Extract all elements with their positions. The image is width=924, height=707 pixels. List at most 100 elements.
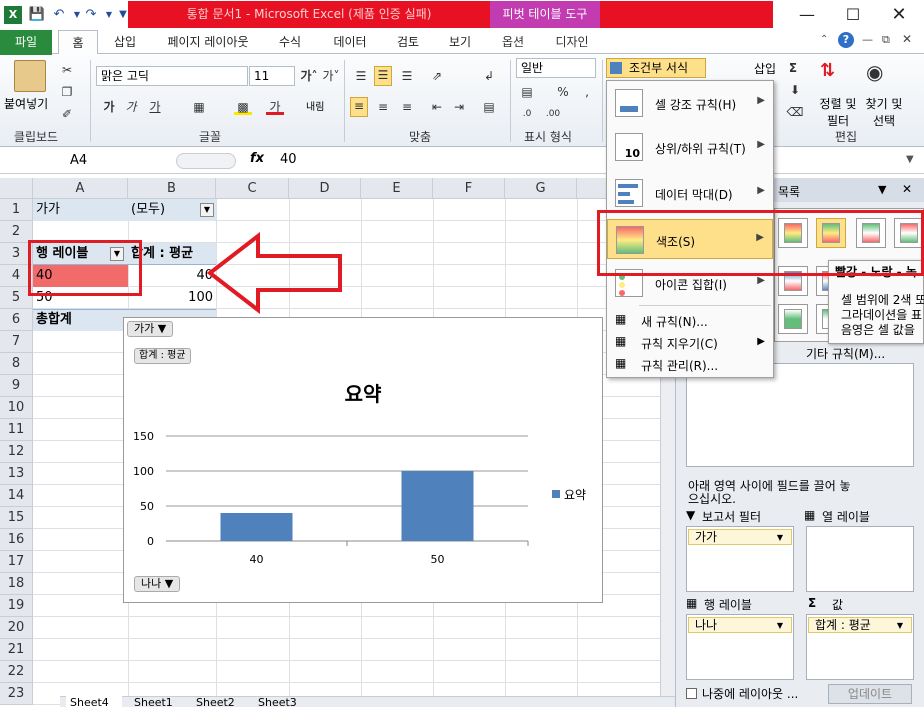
tab-review[interactable]: 검토: [392, 30, 424, 54]
wrap-text-label[interactable]: 내림: [306, 98, 336, 113]
worksheet-grid[interactable]: A B C D E F G 1 2 3 4 5 6 7 8 9 10 11 12 13 14 15 16 17 1…: [0, 178, 675, 707]
paste-label[interactable]: 붙여넣기: [4, 95, 48, 112]
row-header[interactable]: 10: [0, 397, 33, 419]
column-header[interactable]: G: [505, 178, 577, 199]
column-header[interactable]: A: [33, 178, 128, 199]
save-icon[interactable]: 💾: [28, 6, 46, 24]
cell-b1[interactable]: (모두): [131, 199, 165, 221]
insert-function-icon[interactable]: fx: [250, 151, 264, 166]
column-header[interactable]: B: [128, 178, 216, 199]
tab-file[interactable]: 파일: [0, 30, 52, 55]
name-box[interactable]: A4: [2, 151, 172, 171]
percent-icon[interactable]: %: [554, 84, 572, 100]
decrease-indent-icon[interactable]: ⇤: [428, 99, 446, 115]
pivot-chart[interactable]: 가가 ▼ 합계 : 평균 요약 0 50 100 150 40 50 요약 나나 ▼: [123, 317, 603, 603]
workbook-minimize-icon[interactable]: —: [862, 33, 873, 46]
minimize-button[interactable]: —: [784, 0, 830, 30]
help-icon[interactable]: ?: [838, 32, 854, 48]
menu-item-top-bottom[interactable]: 10 상위/하위 규칙(T) ▶: [607, 127, 773, 167]
maximize-button[interactable]: ☐: [830, 0, 876, 30]
align-top-icon[interactable]: ☰: [352, 68, 370, 84]
increase-decimal-icon[interactable]: .0: [518, 106, 536, 122]
row-header[interactable]: 12: [0, 441, 33, 463]
undo-icon[interactable]: ↶: [50, 6, 68, 24]
defer-update-checkbox[interactable]: [686, 688, 697, 699]
autosum-icon[interactable]: Σ: [784, 60, 802, 76]
column-labels-area[interactable]: [806, 526, 914, 592]
menu-item-highlight-cells[interactable]: 셀 강조 규칙(H) ▶: [607, 83, 773, 123]
increase-indent-icon[interactable]: ⇥: [450, 99, 468, 115]
pane-close-icon[interactable]: ✕: [902, 182, 912, 196]
comma-style-icon[interactable]: ,: [578, 84, 596, 100]
bar[interactable]: [220, 513, 293, 541]
tab-formulas[interactable]: 수식: [274, 30, 306, 54]
row-header[interactable]: 1: [0, 199, 33, 221]
formula-value[interactable]: 40: [280, 152, 297, 167]
row-header[interactable]: 22: [0, 661, 33, 683]
menu-item-data-bars[interactable]: 데이터 막대(D) ▶: [607, 173, 773, 213]
row-header[interactable]: 11: [0, 419, 33, 441]
row-header[interactable]: 8: [0, 353, 33, 375]
align-middle-icon[interactable]: ☰: [374, 66, 392, 86]
copy-icon[interactable]: ❐: [58, 84, 76, 100]
shrink-font-icon[interactable]: 가˅: [322, 68, 340, 84]
number-format-select[interactable]: 일반: [516, 58, 596, 78]
sheet-tab[interactable]: Sheet2: [190, 696, 246, 707]
find-select-label[interactable]: 찾기 및 선택: [860, 95, 908, 129]
row-header[interactable]: 23: [0, 683, 33, 705]
expand-formula-icon[interactable]: ▼: [906, 154, 914, 165]
align-right-icon[interactable]: ≡: [398, 99, 416, 115]
cell-a6[interactable]: 총합계: [36, 309, 72, 331]
sheet-tab[interactable]: Sheet1: [128, 696, 184, 707]
bar[interactable]: [401, 471, 474, 541]
chip-dropdown-icon[interactable]: ▼: [777, 619, 783, 633]
pane-options-icon[interactable]: ▼: [878, 183, 886, 196]
paste-icon[interactable]: [14, 60, 46, 92]
sheet-tab[interactable]: Sheet3: [252, 696, 308, 707]
menu-item-new-rule[interactable]: ▦ 새 규칙(N)...: [607, 309, 773, 331]
fill-icon[interactable]: ⬇: [786, 82, 804, 98]
filter-dropdown-icon[interactable]: ▼: [200, 203, 214, 217]
tab-home[interactable]: 홈: [58, 30, 98, 54]
value-field-chip[interactable]: 합계 : 평균 ▼: [808, 617, 912, 633]
row-header[interactable]: 20: [0, 617, 33, 639]
tab-insert[interactable]: 삽입: [108, 30, 142, 54]
font-size-select[interactable]: 11: [249, 66, 295, 86]
tab-design[interactable]: 디자인: [550, 30, 594, 54]
row-header[interactable]: 13: [0, 463, 33, 485]
cut-icon[interactable]: ✂: [58, 62, 76, 78]
border-icon[interactable]: ▦: [190, 99, 208, 115]
row-header[interactable]: 7: [0, 331, 33, 353]
find-select-icon[interactable]: ◉: [866, 60, 894, 86]
menu-item-manage-rules[interactable]: ▦ 규칙 관리(R)...: [607, 353, 773, 375]
clear-icon[interactable]: ⌫: [786, 104, 804, 120]
row-header[interactable]: 14: [0, 485, 33, 507]
row-header[interactable]: 18: [0, 573, 33, 595]
bold-icon[interactable]: 가: [100, 99, 118, 115]
align-bottom-icon[interactable]: ☰: [398, 68, 416, 84]
row-header[interactable]: 16: [0, 529, 33, 551]
tab-data[interactable]: 데이터: [328, 30, 372, 54]
column-header[interactable]: E: [361, 178, 433, 199]
workbook-close-icon[interactable]: ✕: [902, 32, 912, 46]
filter-field-chip[interactable]: 가가 ▼: [688, 529, 792, 545]
menu-item-clear-rules[interactable]: ▦ 규칙 지우기(C) ▶: [607, 331, 773, 353]
font-color-icon[interactable]: 가: [266, 99, 284, 115]
sort-filter-label[interactable]: 정렬 및 필터: [818, 95, 858, 129]
row-header[interactable]: 21: [0, 639, 33, 661]
chart-axis-button[interactable]: 나나 ▼: [134, 576, 181, 592]
sort-filter-icon[interactable]: ⇅: [820, 60, 842, 86]
cell-a1[interactable]: 가가: [36, 199, 60, 221]
row-header[interactable]: 15: [0, 507, 33, 529]
row-header[interactable]: 17: [0, 551, 33, 573]
select-all-corner[interactable]: [0, 178, 33, 199]
merge-center-icon[interactable]: ▤: [480, 99, 498, 115]
tab-view[interactable]: 보기: [444, 30, 476, 54]
decrease-decimal-icon[interactable]: .00: [544, 106, 562, 122]
accounting-format-icon[interactable]: ▤: [518, 84, 536, 100]
formula-bar-divider[interactable]: [176, 153, 236, 169]
row-header[interactable]: 19: [0, 595, 33, 617]
column-header[interactable]: F: [433, 178, 505, 199]
redo-icon[interactable]: ↷: [82, 6, 100, 24]
field-list-box[interactable]: [686, 363, 914, 467]
